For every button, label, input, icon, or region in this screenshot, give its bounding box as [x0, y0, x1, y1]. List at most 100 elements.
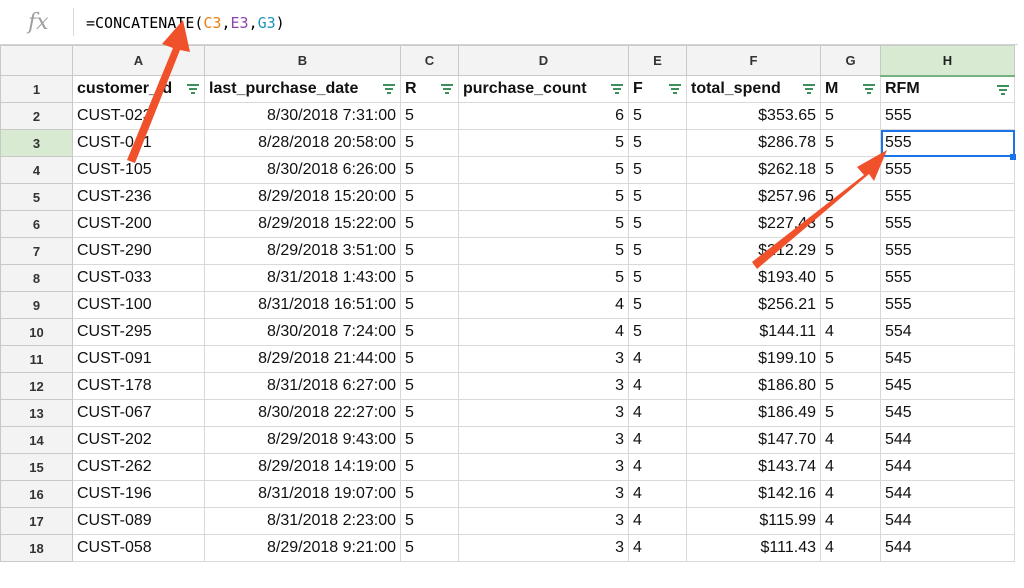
column-header-a[interactable]: A — [72, 45, 205, 76]
row-header[interactable]: 1 — [0, 75, 73, 103]
row-header[interactable]: 17 — [0, 507, 73, 535]
filter-icon[interactable] — [997, 84, 1009, 95]
cell-d4[interactable]: 5 — [458, 156, 629, 184]
cell-c12[interactable]: 5 — [400, 372, 459, 400]
cell-h10[interactable]: 554 — [880, 318, 1015, 346]
cell-c2[interactable]: 5 — [400, 102, 459, 130]
filter-icon[interactable] — [611, 84, 623, 94]
cell-c16[interactable]: 5 — [400, 480, 459, 508]
cell-f5[interactable]: $257.96 — [686, 183, 821, 211]
cell-c14[interactable]: 5 — [400, 426, 459, 454]
row-header[interactable]: 9 — [0, 291, 73, 319]
cell-h14[interactable]: 544 — [880, 426, 1015, 454]
cell-h7[interactable]: 555 — [880, 237, 1015, 265]
cell-f14[interactable]: $147.70 — [686, 426, 821, 454]
cell-f10[interactable]: $144.11 — [686, 318, 821, 346]
cell-d9[interactable]: 4 — [458, 291, 629, 319]
cell-h16[interactable]: 544 — [880, 480, 1015, 508]
cell-b17[interactable]: 8/31/2018 2:23:00 — [204, 507, 401, 535]
filter-icon[interactable] — [803, 84, 815, 94]
cell-e10[interactable]: 5 — [628, 318, 687, 346]
cell-h18[interactable]: 544 — [880, 534, 1015, 562]
cell-g2[interactable]: 5 — [820, 102, 881, 130]
column-header-f[interactable]: F — [686, 45, 821, 76]
cell-g12[interactable]: 5 — [820, 372, 881, 400]
cell-e13[interactable]: 4 — [628, 399, 687, 427]
cell-a3[interactable]: CUST-041 — [72, 129, 205, 157]
cell-g15[interactable]: 4 — [820, 453, 881, 481]
cell-c3[interactable]: 5 — [400, 129, 459, 157]
cell-f9[interactable]: $256.21 — [686, 291, 821, 319]
cell-e15[interactable]: 4 — [628, 453, 687, 481]
cell-c13[interactable]: 5 — [400, 399, 459, 427]
cell-e9[interactable]: 5 — [628, 291, 687, 319]
cell-a9[interactable]: CUST-100 — [72, 291, 205, 319]
cell-b18[interactable]: 8/29/2018 9:21:00 — [204, 534, 401, 562]
header-cell-d[interactable]: purchase_count — [458, 75, 629, 103]
cell-h5[interactable]: 555 — [880, 183, 1015, 211]
row-header[interactable]: 16 — [0, 480, 73, 508]
cell-h11[interactable]: 545 — [880, 345, 1015, 373]
cell-f16[interactable]: $142.16 — [686, 480, 821, 508]
cell-e7[interactable]: 5 — [628, 237, 687, 265]
cell-h8[interactable]: 555 — [880, 264, 1015, 292]
header-cell-a[interactable]: customer_id — [72, 75, 205, 103]
cell-g16[interactable]: 4 — [820, 480, 881, 508]
cell-d10[interactable]: 4 — [458, 318, 629, 346]
cell-c4[interactable]: 5 — [400, 156, 459, 184]
cell-d12[interactable]: 3 — [458, 372, 629, 400]
cell-f13[interactable]: $186.49 — [686, 399, 821, 427]
cell-g6[interactable]: 5 — [820, 210, 881, 238]
column-header-e[interactable]: E — [628, 45, 687, 76]
cell-f12[interactable]: $186.80 — [686, 372, 821, 400]
cell-g13[interactable]: 5 — [820, 399, 881, 427]
column-header-g[interactable]: G — [820, 45, 881, 76]
cell-a7[interactable]: CUST-290 — [72, 237, 205, 265]
row-header[interactable]: 2 — [0, 102, 73, 130]
cell-a14[interactable]: CUST-202 — [72, 426, 205, 454]
cell-b16[interactable]: 8/31/2018 19:07:00 — [204, 480, 401, 508]
header-cell-g[interactable]: M — [820, 75, 881, 103]
filter-icon[interactable] — [441, 84, 453, 94]
cell-b15[interactable]: 8/29/2018 14:19:00 — [204, 453, 401, 481]
row-header[interactable]: 3 — [0, 129, 73, 157]
row-header[interactable]: 7 — [0, 237, 73, 265]
cell-d11[interactable]: 3 — [458, 345, 629, 373]
cell-b11[interactable]: 8/29/2018 21:44:00 — [204, 345, 401, 373]
cell-e18[interactable]: 4 — [628, 534, 687, 562]
header-cell-h[interactable]: RFM — [880, 75, 1015, 103]
cell-h15[interactable]: 544 — [880, 453, 1015, 481]
cell-d15[interactable]: 3 — [458, 453, 629, 481]
cell-f17[interactable]: $115.99 — [686, 507, 821, 535]
cell-h3[interactable]: 555 — [880, 129, 1015, 157]
row-header[interactable]: 18 — [0, 534, 73, 562]
cell-e4[interactable]: 5 — [628, 156, 687, 184]
row-header[interactable]: 6 — [0, 210, 73, 238]
cell-b14[interactable]: 8/29/2018 9:43:00 — [204, 426, 401, 454]
cell-b9[interactable]: 8/31/2018 16:51:00 — [204, 291, 401, 319]
cell-g17[interactable]: 4 — [820, 507, 881, 535]
cell-c8[interactable]: 5 — [400, 264, 459, 292]
cell-e3[interactable]: 5 — [628, 129, 687, 157]
cell-b13[interactable]: 8/30/2018 22:27:00 — [204, 399, 401, 427]
cell-e12[interactable]: 4 — [628, 372, 687, 400]
select-all-corner[interactable] — [0, 45, 73, 76]
cell-a18[interactable]: CUST-058 — [72, 534, 205, 562]
filter-icon[interactable] — [383, 84, 395, 94]
cell-e8[interactable]: 5 — [628, 264, 687, 292]
header-cell-e[interactable]: F — [628, 75, 687, 103]
cell-e11[interactable]: 4 — [628, 345, 687, 373]
cell-e5[interactable]: 5 — [628, 183, 687, 211]
cell-c18[interactable]: 5 — [400, 534, 459, 562]
cell-f4[interactable]: $262.18 — [686, 156, 821, 184]
cell-g5[interactable]: 5 — [820, 183, 881, 211]
cell-g9[interactable]: 5 — [820, 291, 881, 319]
cell-a5[interactable]: CUST-236 — [72, 183, 205, 211]
cell-a6[interactable]: CUST-200 — [72, 210, 205, 238]
filter-icon[interactable] — [187, 84, 199, 94]
cell-e17[interactable]: 4 — [628, 507, 687, 535]
cell-a17[interactable]: CUST-089 — [72, 507, 205, 535]
cell-f8[interactable]: $193.40 — [686, 264, 821, 292]
column-header-b[interactable]: B — [204, 45, 401, 76]
cell-a15[interactable]: CUST-262 — [72, 453, 205, 481]
